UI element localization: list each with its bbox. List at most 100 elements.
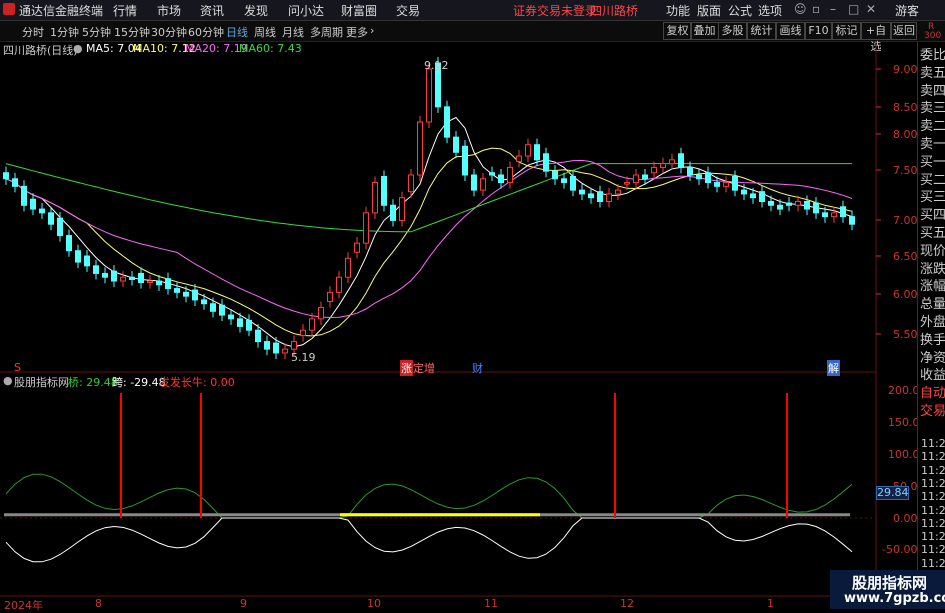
huaxian-button[interactable]: 画线 bbox=[776, 22, 805, 40]
candle-body bbox=[318, 307, 324, 320]
panel-item[interactable]: 委比 bbox=[920, 44, 945, 63]
menu-shichang[interactable]: 市场 bbox=[157, 2, 181, 19]
period-daily[interactable]: 日线 bbox=[226, 24, 248, 40]
panel-item[interactable]: 收益 bbox=[920, 364, 945, 383]
login-status[interactable]: 证券交易未登录 bbox=[513, 2, 597, 19]
menu-banmian[interactable]: 版面 bbox=[697, 2, 721, 19]
panel-item[interactable]: 交易 bbox=[920, 400, 945, 419]
guest-label[interactable]: 游客 bbox=[895, 2, 919, 19]
maximize-icon[interactable]: □ bbox=[848, 2, 859, 16]
menu-jiaoyi[interactable]: 交易 bbox=[396, 2, 420, 19]
price-tick: 6.00 bbox=[893, 288, 918, 301]
high-price-label: 9.12 bbox=[424, 59, 449, 72]
period-multi[interactable]: 多周期 bbox=[310, 24, 343, 40]
candle-body bbox=[192, 289, 198, 301]
panel-item[interactable]: 买二 bbox=[920, 169, 945, 188]
menu-gongneng[interactable]: 功能 bbox=[666, 2, 690, 19]
menu-gongshi[interactable]: 公式 bbox=[728, 2, 752, 19]
watermark-logo: 股朋指标网 www.7gpzb.com bbox=[830, 570, 945, 609]
date-tick: 8 bbox=[95, 597, 102, 610]
menu-caifuquan[interactable]: 财富圈 bbox=[341, 2, 377, 19]
indicator-title-bar: ● 股朋指标网 桥: 29.48 跨: -29.48 发发长牛: 0.00 bbox=[0, 374, 880, 390]
menu-xuanxiang[interactable]: 选项 bbox=[758, 2, 782, 19]
diejia-button[interactable]: 叠加 bbox=[690, 22, 719, 40]
period-more[interactable]: 更多 bbox=[346, 24, 368, 40]
back-button[interactable]: 返回 bbox=[891, 22, 917, 40]
candle-body bbox=[417, 121, 423, 176]
period-30min[interactable]: 30分钟 bbox=[151, 24, 187, 40]
chevron-right-icon[interactable]: › bbox=[370, 24, 374, 37]
panel-item[interactable]: 买五 bbox=[920, 222, 945, 241]
panel-time: 11:29 bbox=[921, 503, 945, 517]
period-1min[interactable]: 1分钟 bbox=[50, 24, 79, 40]
candle-body bbox=[129, 276, 135, 280]
panel-item[interactable]: 卖一 bbox=[920, 133, 945, 152]
panel-item[interactable]: 卖五 bbox=[920, 62, 945, 81]
indicator-name[interactable]: 股朋指标网 bbox=[14, 374, 69, 390]
panel-item[interactable]: 自动 bbox=[920, 382, 945, 401]
candle-body bbox=[516, 155, 522, 162]
panel-item[interactable]: 涨幅 bbox=[920, 275, 945, 294]
candle-body bbox=[642, 174, 648, 180]
candle-body bbox=[471, 174, 477, 191]
user-icon[interactable]: ☺ bbox=[794, 2, 807, 16]
add-watchlist-button[interactable]: +自选 bbox=[861, 22, 891, 53]
candle-body bbox=[777, 204, 783, 210]
panel-time: 11:29 bbox=[921, 437, 945, 450]
menu-zixun[interactable]: 资讯 bbox=[200, 2, 224, 19]
date-tick: 2024年 bbox=[4, 599, 43, 612]
period-60min[interactable]: 60分钟 bbox=[188, 24, 224, 40]
candle-body bbox=[84, 255, 90, 267]
panel-item[interactable]: 总量 bbox=[920, 293, 945, 312]
indicator-dot-icon[interactable]: ● bbox=[3, 374, 13, 387]
period-monthly[interactable]: 月线 bbox=[282, 24, 304, 40]
candle-body bbox=[714, 182, 720, 187]
candle-body bbox=[498, 174, 504, 184]
restore-icon[interactable]: – bbox=[830, 2, 836, 16]
candle-body bbox=[345, 257, 351, 278]
menu-hangqing[interactable]: 行情 bbox=[113, 2, 137, 19]
candle-body bbox=[426, 68, 432, 123]
panel-item[interactable]: 卖四 bbox=[920, 80, 945, 99]
candle-body bbox=[111, 270, 117, 282]
period-15min[interactable]: 15分钟 bbox=[114, 24, 150, 40]
period-fenshi[interactable]: 分时 bbox=[22, 24, 44, 40]
candle-body bbox=[444, 106, 450, 138]
menu-faxian[interactable]: 发现 bbox=[244, 2, 268, 19]
panel-item[interactable]: 换手 bbox=[920, 329, 945, 348]
panel-item[interactable]: 买一 bbox=[920, 151, 945, 170]
panel-time: 11:29 bbox=[921, 476, 945, 490]
candle-body bbox=[57, 217, 63, 237]
f10-button[interactable]: F10 bbox=[805, 22, 832, 40]
candle-body bbox=[786, 202, 792, 206]
duogu-button[interactable]: 多股 bbox=[718, 22, 747, 40]
kline-chart[interactable] bbox=[0, 41, 917, 609]
candle-body bbox=[534, 144, 540, 161]
panel-item[interactable]: 外盘 bbox=[920, 311, 945, 330]
close-icon[interactable]: ✕ bbox=[866, 2, 876, 16]
panel-item[interactable]: 买三 bbox=[920, 186, 945, 205]
period-5min[interactable]: 5分钟 bbox=[82, 24, 111, 40]
panel-item[interactable]: 卖三 bbox=[920, 97, 945, 116]
candle-body bbox=[93, 265, 99, 274]
menu-wenxiaoda[interactable]: 问小达 bbox=[288, 2, 324, 19]
ma5-line bbox=[5, 116, 853, 348]
panel-time: 11:29 bbox=[921, 556, 945, 570]
fuquan-button[interactable]: 复权 bbox=[663, 22, 692, 40]
app-title: 通达信金融终端 bbox=[19, 4, 104, 18]
panel-item[interactable]: 卖二 bbox=[920, 115, 945, 134]
indicator-qiao: 桥: 29.48 bbox=[68, 376, 118, 389]
indicator-fafa: 发发长牛: 0.00 bbox=[159, 376, 235, 389]
period-weekly[interactable]: 周线 bbox=[254, 24, 276, 40]
candle-body bbox=[732, 176, 738, 191]
panel-item[interactable]: 净资 bbox=[920, 347, 945, 366]
panel-item[interactable]: 买四 bbox=[920, 204, 945, 223]
panel-item[interactable]: 现价 bbox=[920, 240, 945, 259]
tongji-button[interactable]: 统计 bbox=[747, 22, 776, 40]
minimize-icon[interactable]: ▫ bbox=[812, 2, 820, 16]
panel-item[interactable]: 涨跌 bbox=[920, 258, 945, 277]
candle-body bbox=[363, 212, 369, 244]
event-s-marker[interactable]: S bbox=[14, 361, 21, 374]
candle-body bbox=[480, 178, 486, 191]
biaoji-button[interactable]: 标记 bbox=[832, 22, 861, 40]
